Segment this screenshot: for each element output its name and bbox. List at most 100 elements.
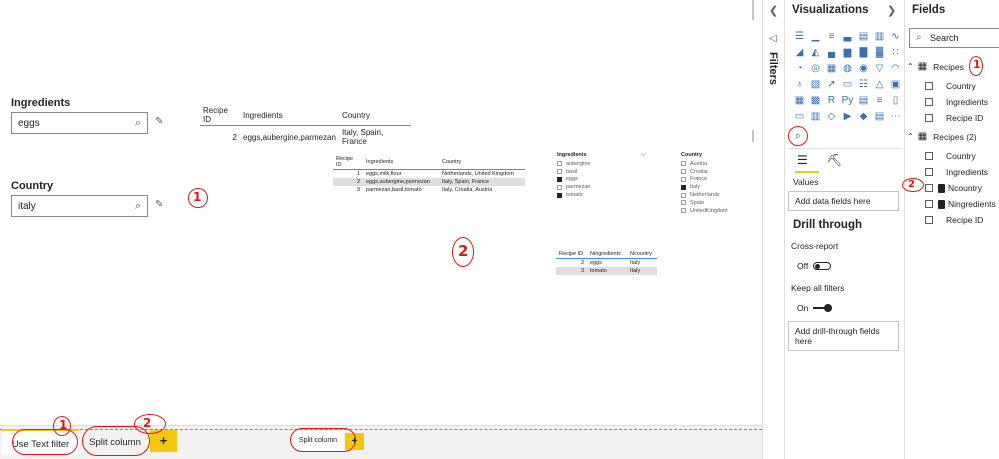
waterfall-chart-icon[interactable]: ▓	[873, 46, 886, 59]
checkbox-checked[interactable]	[557, 192, 562, 198]
column-header[interactable]: Ncountry	[627, 250, 657, 259]
field-item[interactable]: Country	[925, 151, 976, 161]
slicer-item[interactable]: Netherlands	[681, 191, 747, 199]
shape-map-icon[interactable]: ▧	[809, 78, 822, 91]
paginated-report-icon[interactable]: ▥	[809, 110, 822, 123]
field-item[interactable]: Country	[925, 81, 976, 91]
checkbox[interactable]	[681, 192, 686, 198]
smart-narrative-icon[interactable]: ▭	[793, 110, 806, 123]
slicer-item[interactable]: France	[681, 176, 747, 184]
checkbox[interactable]	[925, 184, 933, 192]
checkbox[interactable]	[925, 200, 933, 208]
full-bar-chart-icon[interactable]: ▤	[857, 30, 870, 43]
more-visuals-icon[interactable]: ⋯	[889, 110, 902, 123]
slicer-item[interactable]: eggs	[557, 176, 649, 184]
full-column-chart-icon[interactable]: ▥	[873, 30, 886, 43]
table-row[interactable]: 2 eggs Italy	[556, 259, 657, 268]
slicer-item[interactable]: basil	[557, 168, 649, 176]
checkbox[interactable]	[925, 114, 933, 122]
checkbox[interactable]	[681, 176, 686, 182]
checkbox[interactable]	[557, 184, 562, 190]
funnel-icon[interactable]: ▽	[873, 62, 886, 75]
field-item[interactable]: Ningredients	[925, 199, 996, 209]
slicer-item[interactable]: aubergine	[557, 160, 649, 168]
field-item[interactable]: Ingredients	[925, 97, 988, 107]
python-visual-icon[interactable]: Py	[841, 94, 854, 107]
checkbox[interactable]	[557, 161, 562, 167]
checkbox[interactable]	[925, 152, 933, 160]
clustered-column-chart-icon[interactable]: ▃	[841, 30, 854, 43]
slicer-item[interactable]: parmezan	[557, 183, 649, 191]
card-icon[interactable]: ▭	[841, 78, 854, 91]
r-script-icon[interactable]: R	[825, 94, 838, 107]
table-row[interactable]: 2 eggs,aubergine,parmezan Italy, Spain, …	[200, 126, 411, 149]
text-slicer-ingredients-input[interactable]: eggs ⌕	[11, 112, 148, 134]
checkbox[interactable]	[925, 168, 933, 176]
slicer-icon[interactable]: ▣	[889, 78, 902, 91]
slicer-item[interactable]: Spain	[681, 199, 747, 207]
chevron-up-icon[interactable]: ⌃	[907, 132, 914, 141]
map-icon[interactable]: ◍	[841, 62, 854, 75]
checkbox-checked[interactable]	[681, 184, 686, 190]
checkbox[interactable]	[681, 161, 686, 167]
column-header[interactable]: Country	[338, 105, 411, 126]
column-header[interactable]: Recipe ID	[333, 155, 363, 170]
recipes-filtered-table[interactable]: Recipe ID Ingredients Country 2 eggs,aub…	[200, 105, 411, 148]
checkbox[interactable]	[925, 98, 933, 106]
custom-visual-icon[interactable]: ▤	[873, 110, 886, 123]
checkbox[interactable]	[681, 169, 686, 175]
slicer-item[interactable]: Austria	[681, 160, 747, 168]
checkbox[interactable]	[681, 200, 686, 206]
field-item[interactable]: Recipe ID	[925, 215, 983, 225]
slicer-item[interactable]: tomato	[557, 191, 649, 199]
table-row[interactable]: 2 eggs,aubergine,parmezan Italy, Spain, …	[333, 178, 525, 186]
power-apps-icon[interactable]: ◇	[825, 110, 838, 123]
column-header[interactable]: Recipe ID	[200, 105, 240, 126]
stacked-area-chart-icon[interactable]: ◭	[809, 46, 822, 59]
format-paint-roller-icon[interactable]: ⛏	[827, 153, 842, 167]
fields-search-input[interactable]: ⌕ Search	[909, 28, 999, 48]
field-item[interactable]: Ingredients	[925, 167, 988, 177]
kpi-icon[interactable]: ↗	[825, 78, 838, 91]
checkbox[interactable]	[925, 216, 933, 224]
eraser-icon[interactable]: ✎	[155, 199, 163, 210]
table-recipes[interactable]: ⌃ ▦ Recipes	[907, 61, 964, 72]
chevron-left-icon[interactable]: ❮	[769, 4, 778, 17]
slicer-item[interactable]: Italy	[681, 183, 747, 191]
column-header[interactable]: Ingredients	[363, 155, 439, 170]
scatter-chart-icon[interactable]: ∷	[889, 46, 902, 59]
globe-icon[interactable]: ♁	[793, 78, 806, 91]
line-clustered-column-icon[interactable]: ▆	[841, 46, 854, 59]
checkbox[interactable]	[681, 208, 686, 214]
pie-chart-icon[interactable]: ◔	[793, 62, 806, 75]
key-influencers-icon[interactable]: ▤	[857, 94, 870, 107]
decomposition-tree-icon[interactable]: ≡	[873, 94, 886, 107]
table-recipes-2[interactable]: ⌃ ▦ Recipes (2)	[907, 131, 977, 142]
area-chart-icon[interactable]: ◢	[793, 46, 806, 59]
stacked-column-chart-icon[interactable]: ▁	[809, 30, 822, 43]
table-row[interactable]: 1 eggs,milk,flour Netherlands, United Ki…	[333, 170, 525, 179]
recipes-split-table[interactable]: Recipe ID Ningredients Ncountry 2 eggs I…	[556, 250, 657, 275]
arcgis-icon[interactable]: ◆	[857, 110, 870, 123]
matrix-icon[interactable]: ▩	[809, 94, 822, 107]
table-row[interactable]: 3 parmezan,basil,tomato Italy, Croatia, …	[333, 186, 525, 194]
line-column-chart-icon[interactable]: ▄	[825, 46, 838, 59]
column-header[interactable]: Country	[439, 155, 525, 170]
drill-through-well[interactable]: Add drill-through fields here	[788, 321, 899, 351]
eraser-icon[interactable]: ✎	[155, 116, 163, 127]
filters-pane-collapsed[interactable]: ❮ ◁ Filters	[762, 0, 785, 459]
checkbox[interactable]	[557, 169, 562, 175]
stacked-bar-chart-icon[interactable]: ☰	[793, 30, 806, 43]
clustered-bar-chart-icon[interactable]: ≡	[825, 30, 838, 43]
chevron-right-icon[interactable]: ❯	[887, 4, 896, 17]
fields-well-icon[interactable]: ☰	[797, 153, 808, 167]
cross-report-toggle[interactable]	[813, 262, 831, 270]
chevron-up-icon[interactable]: ⌃	[907, 62, 914, 71]
treemap-icon[interactable]: ▦	[825, 62, 838, 75]
qa-icon[interactable]: ▯	[889, 94, 902, 107]
donut-chart-icon[interactable]: ◎	[809, 62, 822, 75]
recipes-small-table[interactable]: Recipe ID Ingredients Country 1 eggs,mil…	[333, 155, 525, 194]
filters-pane-label[interactable]: Filters	[767, 52, 779, 85]
column-header[interactable]: Ningredients	[587, 250, 627, 259]
line-chart-icon[interactable]: ∿	[889, 30, 902, 43]
